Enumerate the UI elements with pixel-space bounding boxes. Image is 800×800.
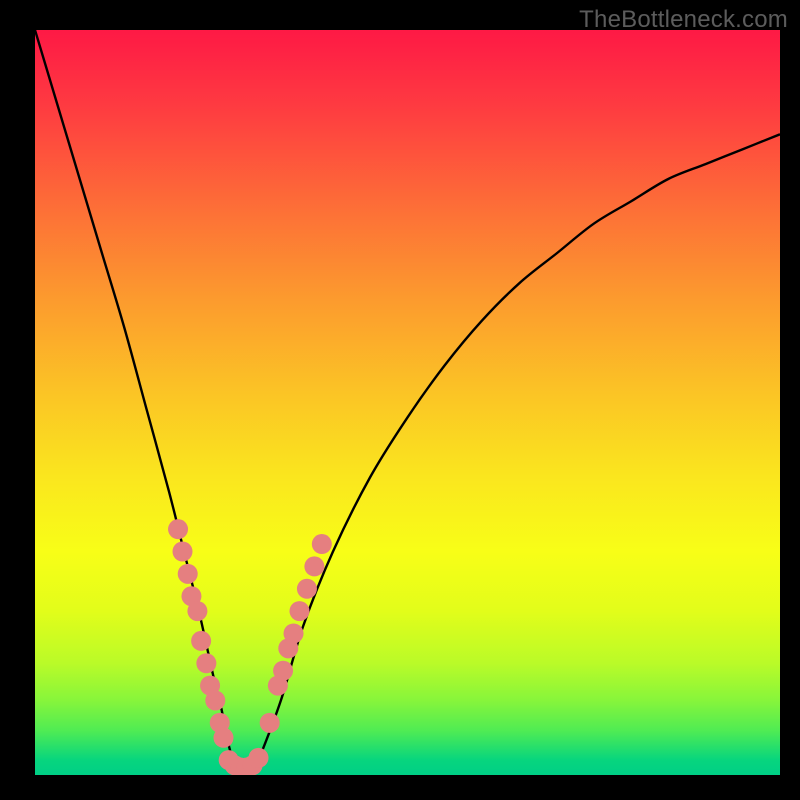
watermark-text: TheBottleneck.com	[579, 6, 788, 34]
chart-overlay-svg	[35, 30, 780, 775]
data-dot	[205, 691, 225, 711]
data-dot	[289, 601, 309, 621]
data-dot	[210, 713, 230, 733]
data-dot	[243, 755, 263, 775]
data-dot	[178, 564, 198, 584]
bottleneck-curve	[35, 30, 780, 775]
data-dot	[213, 728, 233, 748]
data-dot	[219, 750, 239, 770]
data-dot	[312, 534, 332, 554]
data-dot	[168, 519, 188, 539]
plot-area	[35, 30, 780, 775]
data-dot	[191, 631, 211, 651]
data-dot	[173, 542, 193, 562]
data-dot	[231, 758, 251, 775]
data-dot	[284, 623, 304, 643]
data-dot	[260, 713, 280, 733]
data-dot	[268, 676, 288, 696]
data-dot	[181, 586, 201, 606]
data-dot	[273, 661, 293, 681]
data-dot	[304, 556, 324, 576]
chart-frame: TheBottleneck.com	[0, 0, 800, 800]
data-dot	[225, 755, 245, 775]
data-dots	[168, 519, 332, 775]
data-dot	[187, 601, 207, 621]
data-dot	[297, 579, 317, 599]
data-dot	[278, 638, 298, 658]
data-dot	[196, 653, 216, 673]
data-dot	[249, 748, 269, 768]
data-dot	[237, 758, 257, 775]
data-dot	[200, 676, 220, 696]
